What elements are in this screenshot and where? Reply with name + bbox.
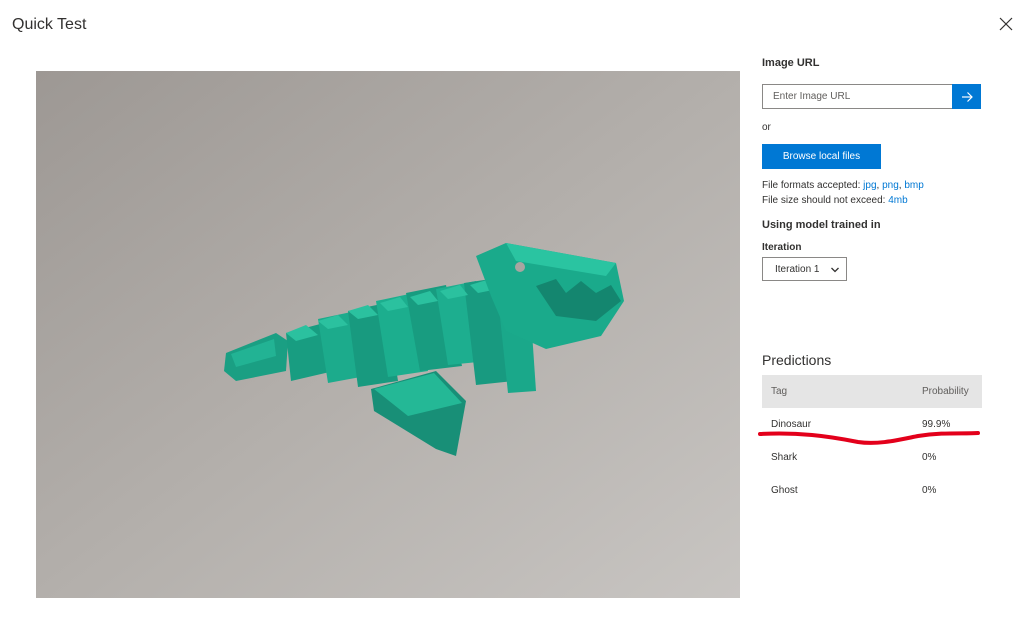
arrow-right-icon bbox=[961, 91, 973, 102]
image-url-input[interactable] bbox=[762, 84, 952, 109]
file-formats-prefix: File formats accepted: bbox=[762, 180, 864, 191]
format-jpg: jpg bbox=[863, 180, 877, 191]
predictions-title: Predictions bbox=[762, 352, 832, 368]
probability-cell: 0% bbox=[922, 485, 937, 496]
or-text: or bbox=[762, 122, 771, 133]
file-size-value: 4mb bbox=[888, 195, 908, 206]
tag-cell: Shark bbox=[771, 452, 798, 463]
chevron-down-icon bbox=[831, 267, 839, 273]
predictions-table-header: Tag Probability bbox=[762, 375, 982, 408]
submit-url-button[interactable] bbox=[952, 84, 981, 109]
iteration-label: Iteration bbox=[762, 242, 802, 253]
image-url-label: Image URL bbox=[762, 57, 820, 69]
format-png: png bbox=[882, 180, 899, 191]
close-button[interactable] bbox=[996, 14, 1016, 34]
column-header-tag: Tag bbox=[771, 386, 788, 397]
close-icon bbox=[999, 17, 1013, 31]
file-size-prefix: File size should not exceed: bbox=[762, 195, 889, 206]
iteration-selected: Iteration 1 bbox=[775, 263, 820, 275]
format-bmp: bmp bbox=[904, 180, 924, 191]
red-underline-annotation bbox=[758, 431, 980, 445]
test-image-preview bbox=[36, 71, 740, 598]
tag-cell: Ghost bbox=[771, 485, 798, 496]
iteration-dropdown[interactable]: Iteration 1 bbox=[762, 257, 847, 281]
probability-cell: 0% bbox=[922, 452, 937, 463]
file-formats-text: File formats accepted: jpg, png, bmp bbox=[762, 180, 924, 191]
model-label: Using model trained in bbox=[762, 219, 881, 231]
dialog-title: Quick Test bbox=[12, 16, 87, 33]
browse-local-files-button[interactable]: Browse local files bbox=[762, 144, 881, 169]
file-size-text: File size should not exceed: 4mb bbox=[762, 195, 908, 206]
table-row: Ghost 0% bbox=[762, 474, 982, 507]
column-header-probability: Probability bbox=[922, 386, 969, 397]
